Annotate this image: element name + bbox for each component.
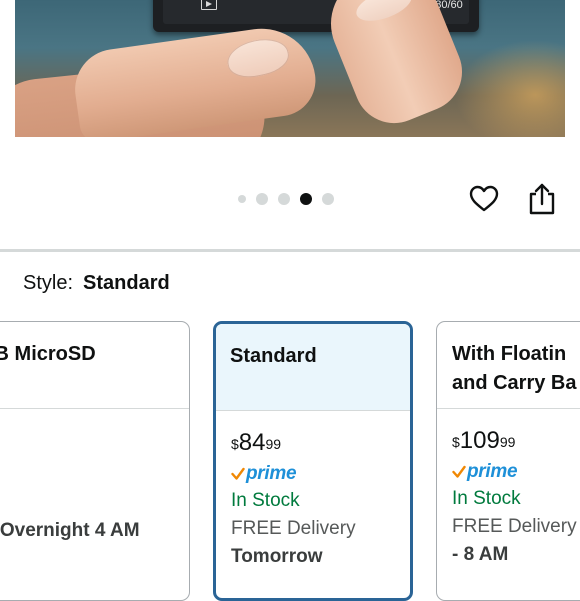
style-selector: Style: Standard	[23, 272, 170, 295]
carousel-dot[interactable]	[322, 193, 334, 205]
style-option-card-selected[interactable]: Standard $8499 prime In Stock FREE Deliv…	[213, 321, 413, 601]
thumb	[69, 21, 321, 137]
carousel-dot-active[interactable]	[300, 193, 312, 205]
heart-icon	[469, 185, 499, 212]
stock-status: In Stock	[452, 488, 521, 509]
favorite-button[interactable]	[468, 183, 500, 215]
background-blur	[455, 40, 565, 137]
delivery-info: FREE Delivery	[231, 518, 356, 539]
style-option-card[interactable]: GB MicroSD ery Overnight 4 AM	[0, 321, 190, 601]
style-option-card[interactable]: With Floatin and Carry Ba $10999 prime I…	[436, 321, 580, 601]
image-carousel-indicator[interactable]	[238, 192, 334, 206]
option-price: $10999	[452, 427, 516, 454]
delivery-time: - 8 AM	[452, 544, 509, 565]
style-label: Style:	[23, 272, 74, 294]
option-title: GB MicroSD	[0, 322, 189, 409]
prime-check-icon	[452, 465, 466, 478]
delivery-info: FREE Delivery C	[452, 516, 577, 537]
stock-status: In Stock	[231, 490, 300, 511]
option-title: Standard	[216, 324, 410, 411]
share-button[interactable]	[527, 182, 557, 216]
prime-badge: prime	[231, 461, 410, 487]
play-screen-icon	[201, 0, 217, 10]
style-value: Standard	[83, 272, 170, 294]
share-icon	[529, 183, 555, 215]
carousel-dot[interactable]	[256, 193, 268, 205]
option-delivery: ery Overnight 4 AM	[0, 520, 140, 541]
prime-badge: prime	[452, 459, 580, 485]
delivery-time: Tomorrow	[231, 546, 323, 567]
option-price: $8499	[231, 429, 282, 456]
option-title: With Floatin and Carry Ba	[437, 322, 580, 409]
section-divider	[0, 249, 580, 252]
prime-check-icon	[231, 467, 245, 480]
carousel-dot[interactable]	[278, 193, 290, 205]
product-image[interactable]: 1080/60	[15, 0, 565, 137]
carousel-dot[interactable]	[238, 195, 246, 203]
